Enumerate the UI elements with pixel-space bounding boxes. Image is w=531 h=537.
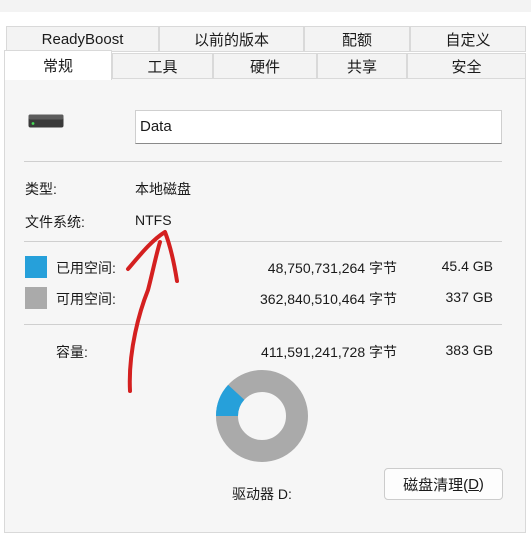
- file-system-label: 文件系统:: [25, 214, 85, 230]
- disk-usage-donut: [216, 370, 308, 462]
- tab-label: 以前的版本: [193, 31, 269, 49]
- free-space-bytes: 362,840,510,464 字节: [260, 291, 397, 307]
- file-system-value: NTFS: [135, 212, 172, 228]
- disk-cleanup-button[interactable]: 磁盘清理(D): [384, 468, 503, 500]
- hard-drive-icon: [28, 114, 64, 128]
- used-space-label: 已用空间:: [56, 260, 116, 276]
- free-space-size: 337 GB: [445, 289, 493, 305]
- tab-tools[interactable]: 工具: [112, 53, 213, 79]
- type-label: 类型:: [25, 181, 57, 197]
- tab-security[interactable]: 安全: [407, 53, 526, 79]
- capacity-size: 383 GB: [445, 342, 493, 358]
- capacity-bytes: 411,591,241,728 字节: [261, 344, 397, 360]
- capacity-label: 容量:: [56, 344, 88, 360]
- separator: [24, 241, 502, 242]
- used-space-swatch: [25, 256, 47, 278]
- tab-label: 常规: [42, 58, 73, 75]
- tab-previous-versions[interactable]: 以前的版本: [159, 26, 304, 52]
- tab-quota[interactable]: 配额: [304, 26, 410, 52]
- disk-cleanup-suffix: ): [478, 475, 484, 493]
- tab-label: ReadyBoost: [41, 30, 124, 48]
- drive-letter-label: 驱动器 D:: [232, 486, 292, 502]
- tab-general[interactable]: 常规: [4, 50, 112, 80]
- tab-label: 安全: [451, 58, 482, 76]
- separator: [24, 161, 502, 162]
- tab-label: 共享: [346, 58, 377, 76]
- tab-customize[interactable]: 自定义: [410, 26, 526, 52]
- free-space-swatch: [25, 287, 47, 309]
- tab-label: 硬件: [249, 58, 280, 76]
- used-space-size: 45.4 GB: [441, 258, 493, 274]
- tab-label: 自定义: [445, 31, 491, 49]
- tab-sharing[interactable]: 共享: [317, 53, 407, 79]
- tab-label: 配额: [341, 31, 372, 49]
- disk-cleanup-mnemonic: D: [468, 475, 479, 493]
- disk-cleanup-label: 磁盘清理(: [403, 476, 469, 494]
- type-value: 本地磁盘: [135, 181, 191, 197]
- tab-hardware[interactable]: 硬件: [213, 53, 317, 79]
- title-bar: [0, 0, 531, 12]
- separator: [24, 324, 502, 325]
- free-space-label: 可用空间:: [56, 291, 116, 307]
- used-space-bytes: 48,750,731,264 字节: [267, 260, 397, 276]
- tab-readyboost[interactable]: ReadyBoost: [6, 26, 159, 52]
- tab-label: 工具: [147, 58, 178, 76]
- drive-name-input[interactable]: [135, 110, 502, 144]
